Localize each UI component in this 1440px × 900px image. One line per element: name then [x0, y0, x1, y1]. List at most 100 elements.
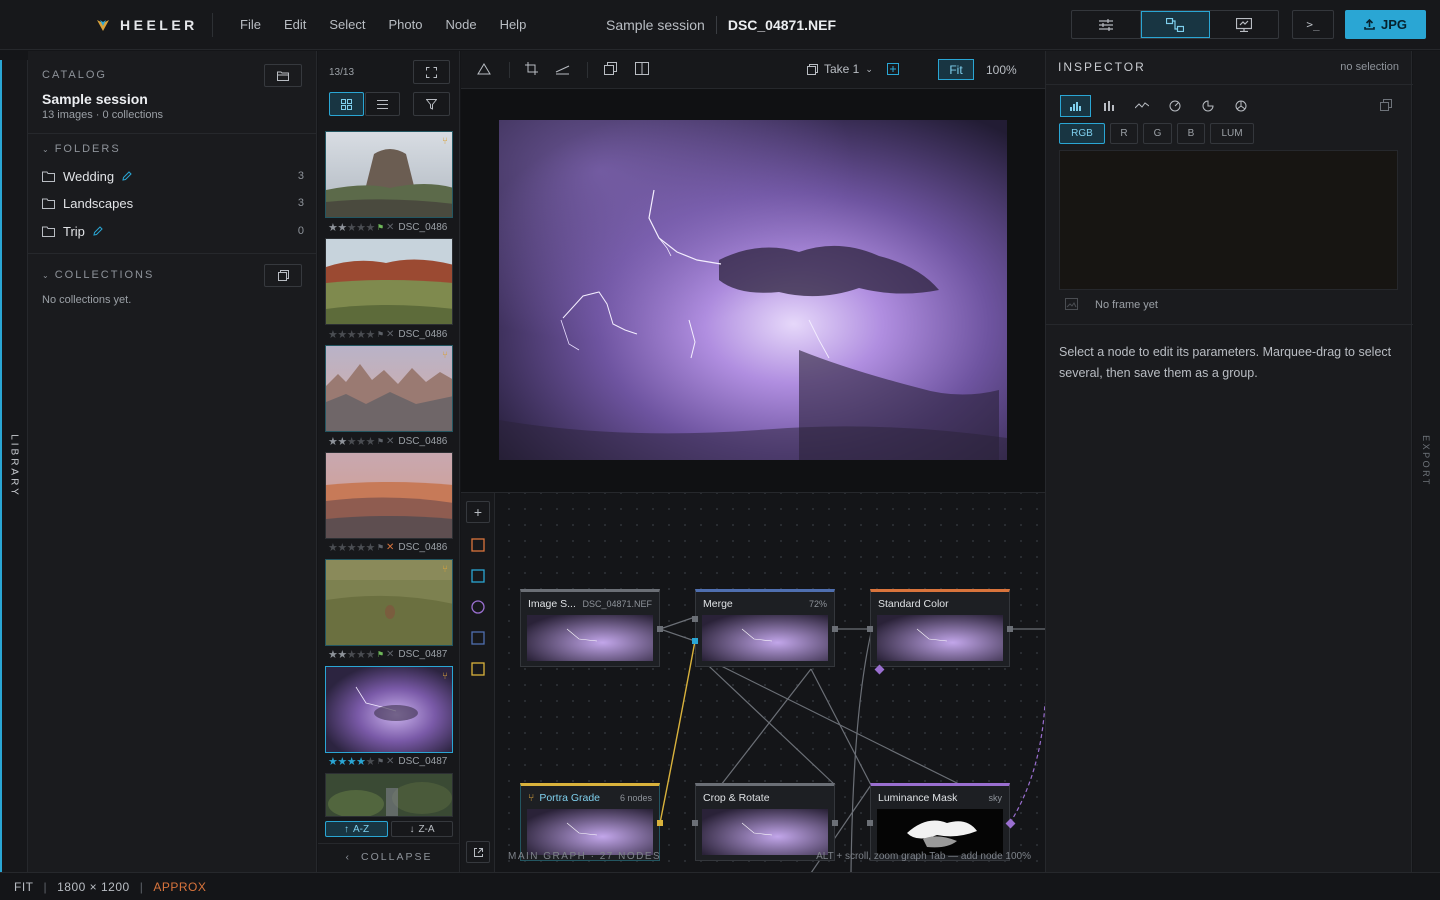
folders-header[interactable]: ⌄ FOLDERS	[42, 143, 121, 155]
node-graph-mode-button[interactable]	[1141, 11, 1210, 38]
menu-help[interactable]: Help	[500, 17, 527, 32]
filter-button[interactable]	[413, 92, 450, 116]
library-tab[interactable]: LIBRARY	[0, 60, 28, 872]
rating-stars[interactable]: ★★★★★	[328, 221, 375, 234]
edit-pencil-icon[interactable]	[122, 171, 132, 181]
take-selector[interactable]: Take 1 ⌄	[807, 62, 873, 76]
input-port[interactable]	[867, 626, 873, 632]
adjust-mode-button[interactable]	[1072, 11, 1141, 38]
library-tab-active-indicator	[0, 60, 2, 872]
export-tab[interactable]: EXPORT	[1413, 51, 1440, 872]
channel-g-button[interactable]: G	[1143, 123, 1172, 144]
output-port[interactable]	[832, 626, 838, 632]
output-port[interactable]	[657, 820, 663, 826]
folder-icon	[42, 198, 55, 209]
input-port[interactable]	[692, 820, 698, 826]
new-collection-button[interactable]	[264, 264, 302, 287]
color-wheel-tab[interactable]	[1192, 95, 1223, 117]
output-port[interactable]	[1007, 626, 1013, 632]
output-port[interactable]	[657, 626, 663, 632]
zoom-100-button[interactable]: 100%	[986, 63, 1017, 77]
node-graph-canvas[interactable]: + Image S... DSC_04871.NEF Merge 72% Sta…	[461, 492, 1045, 872]
folder-item-trip[interactable]: Trip 0	[42, 221, 304, 241]
channel-b-button[interactable]: B	[1177, 123, 1205, 144]
thumbnail-4[interactable]	[325, 452, 453, 539]
presentation-mode-button[interactable]	[1210, 11, 1278, 38]
node-merge[interactable]: Merge 72%	[692, 589, 838, 667]
waveform-tab[interactable]	[1126, 95, 1157, 117]
reject-icon[interactable]: ✕	[386, 542, 394, 553]
reject-icon[interactable]: ✕	[386, 222, 394, 233]
thumbnail-1[interactable]: ⑂	[325, 131, 453, 218]
list-view-button[interactable]	[365, 92, 400, 116]
node-title: ⑂ Portra Grade	[528, 792, 600, 804]
input-port[interactable]	[867, 820, 873, 826]
node-crop-rotate[interactable]: Crop & Rotate	[692, 783, 838, 861]
thumbnail-6-selected[interactable]: ⑂	[325, 666, 453, 753]
flag-icon[interactable]: ⚑	[377, 543, 384, 552]
thumbnail-3[interactable]: ⑂	[325, 345, 453, 432]
pick-flag-icon[interactable]: ⚑	[377, 223, 384, 232]
collections-header[interactable]: ⌄ COLLECTIONS	[42, 269, 154, 281]
fit-label: Fit	[949, 62, 963, 77]
node-image-source[interactable]: Image S... DSC_04871.NEF	[520, 589, 663, 667]
sort-descending-button[interactable]: ↓ Z-A	[391, 821, 453, 837]
channel-rgb-button[interactable]: RGB	[1059, 123, 1105, 144]
node-luminance-mask[interactable]: Luminance Mask sky	[867, 783, 1016, 861]
compare-split-icon[interactable]	[635, 62, 649, 75]
grid-view-button[interactable]	[329, 92, 364, 116]
add-take-icon[interactable]	[887, 63, 899, 75]
fullscreen-button[interactable]	[413, 60, 450, 84]
flag-icon[interactable]: ⚑	[377, 757, 384, 766]
triangle-tool-icon[interactable]	[477, 63, 491, 75]
menu-node[interactable]: Node	[445, 17, 476, 32]
sort-ascending-button[interactable]: ↑ A-Z	[325, 821, 388, 837]
node-portra-grade[interactable]: ⑂ Portra Grade 6 nodes	[520, 783, 663, 861]
vectorscope-tab[interactable]	[1159, 95, 1190, 117]
export-jpg-button[interactable]: JPG	[1345, 10, 1426, 39]
rating-stars[interactable]: ★★★★★	[328, 328, 375, 341]
reject-icon[interactable]: ✕	[386, 329, 394, 340]
rating-stars[interactable]: ★★★★★	[328, 755, 375, 768]
menu-bar: File Edit Select Photo Node Help	[240, 17, 549, 32]
open-catalog-button[interactable]	[264, 64, 302, 87]
input-port[interactable]	[692, 638, 698, 644]
thumbnail-2[interactable]	[325, 238, 453, 325]
rating-stars[interactable]: ★★★★★	[328, 648, 375, 661]
collapse-button[interactable]: ‹ COLLAPSE	[318, 851, 459, 863]
image-viewer[interactable]	[461, 89, 1045, 492]
thumbnail-5[interactable]: ⑂	[325, 559, 453, 646]
rating-stars[interactable]: ★★★★★	[328, 435, 375, 448]
flag-icon[interactable]: ⚑	[377, 330, 384, 339]
menu-file[interactable]: File	[240, 17, 261, 32]
rating-stars[interactable]: ★★★★★	[328, 541, 375, 554]
thumbnail-7[interactable]	[325, 773, 453, 817]
output-port[interactable]	[832, 820, 838, 826]
flag-icon[interactable]: ⚑	[377, 437, 384, 446]
menu-edit[interactable]: Edit	[284, 17, 306, 32]
reject-icon[interactable]: ✕	[386, 436, 394, 447]
pick-flag-icon[interactable]: ⚑	[377, 650, 384, 659]
reject-icon[interactable]: ✕	[386, 649, 394, 660]
input-port[interactable]	[692, 616, 698, 622]
chroma-tab[interactable]	[1225, 95, 1256, 117]
histogram-tab[interactable]	[1060, 95, 1091, 117]
channel-r-button[interactable]: R	[1110, 123, 1138, 144]
viewer-toolbar: Take 1 ⌄ Fit 100%	[461, 51, 1045, 89]
menu-select[interactable]: Select	[329, 17, 365, 32]
channel-lum-button[interactable]: LUM	[1210, 123, 1254, 144]
popout-scope-icon[interactable]	[1380, 99, 1392, 111]
reject-icon[interactable]: ✕	[386, 756, 394, 767]
straighten-icon[interactable]	[555, 63, 570, 75]
fit-zoom-button[interactable]: Fit	[938, 59, 974, 80]
crop-icon[interactable]	[525, 62, 538, 75]
app-logo: HEELER	[96, 17, 198, 33]
terminal-button[interactable]: >_	[1292, 10, 1334, 39]
node-standard-color[interactable]: Standard Color	[867, 589, 1013, 675]
edit-pencil-icon[interactable]	[93, 226, 103, 236]
menu-photo[interactable]: Photo	[389, 17, 423, 32]
folder-item-wedding[interactable]: Wedding 3	[42, 166, 304, 186]
bar-chart-tab[interactable]	[1093, 95, 1124, 117]
folder-item-landscapes[interactable]: Landscapes 3	[42, 193, 304, 213]
copy-icon[interactable]	[604, 62, 617, 75]
